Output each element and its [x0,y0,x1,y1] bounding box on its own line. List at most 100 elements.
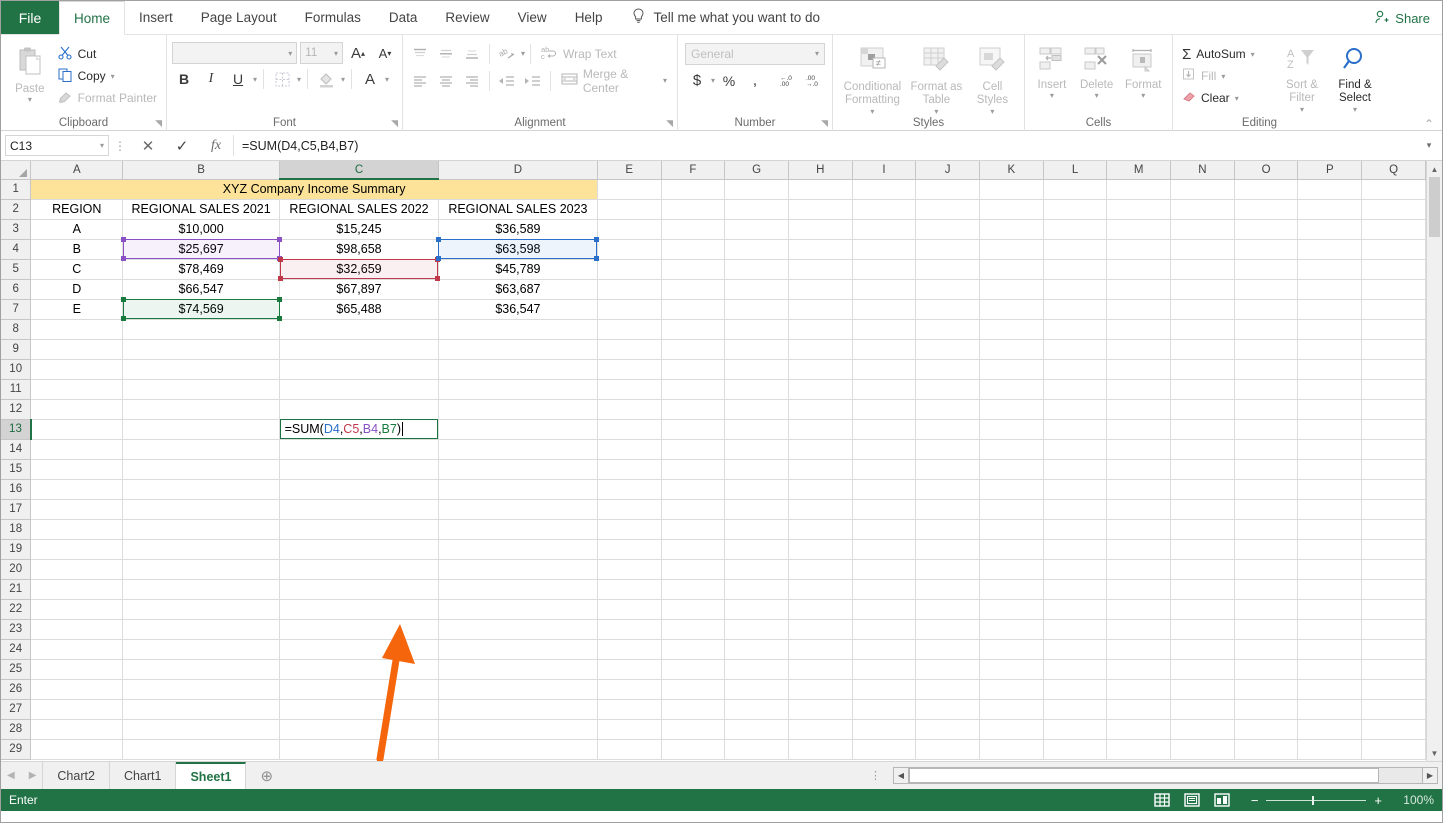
cell-A6[interactable]: D [30,279,124,300]
cell-Q12[interactable] [1361,399,1426,420]
cell-H12[interactable] [788,399,853,420]
cell-P14[interactable] [1297,439,1363,460]
cell-M7[interactable] [1106,299,1172,320]
cell-B26[interactable] [122,679,281,700]
cell-C4[interactable]: $98,658 [279,239,439,260]
cell-E15[interactable] [597,459,662,480]
cell-D15[interactable] [438,459,598,480]
cell-E8[interactable] [597,319,662,340]
format-painter-button[interactable]: Format Painter [54,87,161,109]
cell-N15[interactable] [1170,459,1235,480]
cell-K10[interactable] [979,359,1044,380]
cell-F7[interactable] [661,299,726,320]
cell-I18[interactable] [852,519,917,540]
cell-B14[interactable] [122,439,281,460]
borders-button[interactable] [270,67,294,91]
cell-E28[interactable] [597,719,662,740]
cell-A18[interactable] [30,519,124,540]
cell-F11[interactable] [661,379,726,400]
cell-F24[interactable] [661,639,726,660]
cell-O26[interactable] [1234,679,1299,700]
cell-G4[interactable] [724,239,789,260]
cell-M5[interactable] [1106,259,1172,280]
chevron-down-icon[interactable]: ▾ [1095,91,1099,100]
decrease-font-size-button[interactable]: A ▾ [373,41,397,65]
cell-I20[interactable] [852,559,917,580]
cell-J22[interactable] [915,599,980,620]
cell-A25[interactable] [30,659,124,680]
cell-G26[interactable] [724,679,789,700]
cell-H8[interactable] [788,319,853,340]
cell-D20[interactable] [438,559,598,580]
cell-C18[interactable] [279,519,439,540]
cell-M21[interactable] [1106,579,1172,600]
cell-A4[interactable]: B [30,239,124,260]
cell-C16[interactable] [279,479,439,500]
row-header-26[interactable]: 26 [1,679,32,700]
cell-I2[interactable] [852,199,917,220]
cell-I6[interactable] [852,279,917,300]
column-header-h[interactable]: H [788,161,853,180]
cell-G13[interactable] [724,419,789,440]
cell-J11[interactable] [915,379,980,400]
zoom-out-button[interactable]: − [1251,793,1259,808]
horizontal-scrollbar[interactable]: ◀ ▶ [893,767,1438,784]
cell-F9[interactable] [661,339,726,360]
cell-F29[interactable] [661,739,726,760]
cell-L3[interactable] [1043,219,1108,240]
cell-P6[interactable] [1297,279,1363,300]
cell-P3[interactable] [1297,219,1363,240]
cell-N5[interactable] [1170,259,1235,280]
cell-E7[interactable] [597,299,662,320]
copy-button[interactable]: Copy ▾ [54,65,161,87]
cell-F12[interactable] [661,399,726,420]
cell-D16[interactable] [438,479,598,500]
cell-F20[interactable] [661,559,726,580]
align-bottom-button[interactable] [460,42,484,66]
cell-Q4[interactable] [1361,239,1426,260]
cell-K29[interactable] [979,739,1044,760]
cell-Q23[interactable] [1361,619,1426,640]
cell-D25[interactable] [438,659,598,680]
cell-E17[interactable] [597,499,662,520]
cell-A14[interactable] [30,439,124,460]
cell-I17[interactable] [852,499,917,520]
cell-C14[interactable] [279,439,439,460]
cell-F8[interactable] [661,319,726,340]
cell-E23[interactable] [597,619,662,640]
cell-B16[interactable] [122,479,281,500]
cell-A19[interactable] [30,539,124,560]
cell-L1[interactable] [1043,179,1108,200]
cell-N12[interactable] [1170,399,1235,420]
row-header-11[interactable]: 11 [1,379,32,400]
cell-J23[interactable] [915,619,980,640]
cell-F26[interactable] [661,679,726,700]
cell-Q21[interactable] [1361,579,1426,600]
cell-O25[interactable] [1234,659,1299,680]
cell-B12[interactable] [122,399,281,420]
cell-K17[interactable] [979,499,1044,520]
cell-O20[interactable] [1234,559,1299,580]
cell-N8[interactable] [1170,319,1235,340]
cell-C5[interactable]: $32,659 [279,259,439,280]
cell-I27[interactable] [852,699,917,720]
orientation-button[interactable]: ab [495,42,519,66]
align-center-button[interactable] [434,69,458,93]
cell-F27[interactable] [661,699,726,720]
cell-K25[interactable] [979,659,1044,680]
cell-C17[interactable] [279,499,439,520]
cell-F2[interactable] [661,199,726,220]
cell-J15[interactable] [915,459,980,480]
cell-B4[interactable]: $25,697 [122,239,281,260]
cell-Q15[interactable] [1361,459,1426,480]
cell-N24[interactable] [1170,639,1235,660]
cell-A27[interactable] [30,699,124,720]
cell-F13[interactable] [661,419,726,440]
cell-I3[interactable] [852,219,917,240]
cell-A23[interactable] [30,619,124,640]
cell-K3[interactable] [979,219,1044,240]
cell-A8[interactable] [30,319,124,340]
share-button[interactable]: Share [1374,1,1430,35]
column-header-c[interactable]: C [279,161,439,180]
cell-L20[interactable] [1043,559,1108,580]
